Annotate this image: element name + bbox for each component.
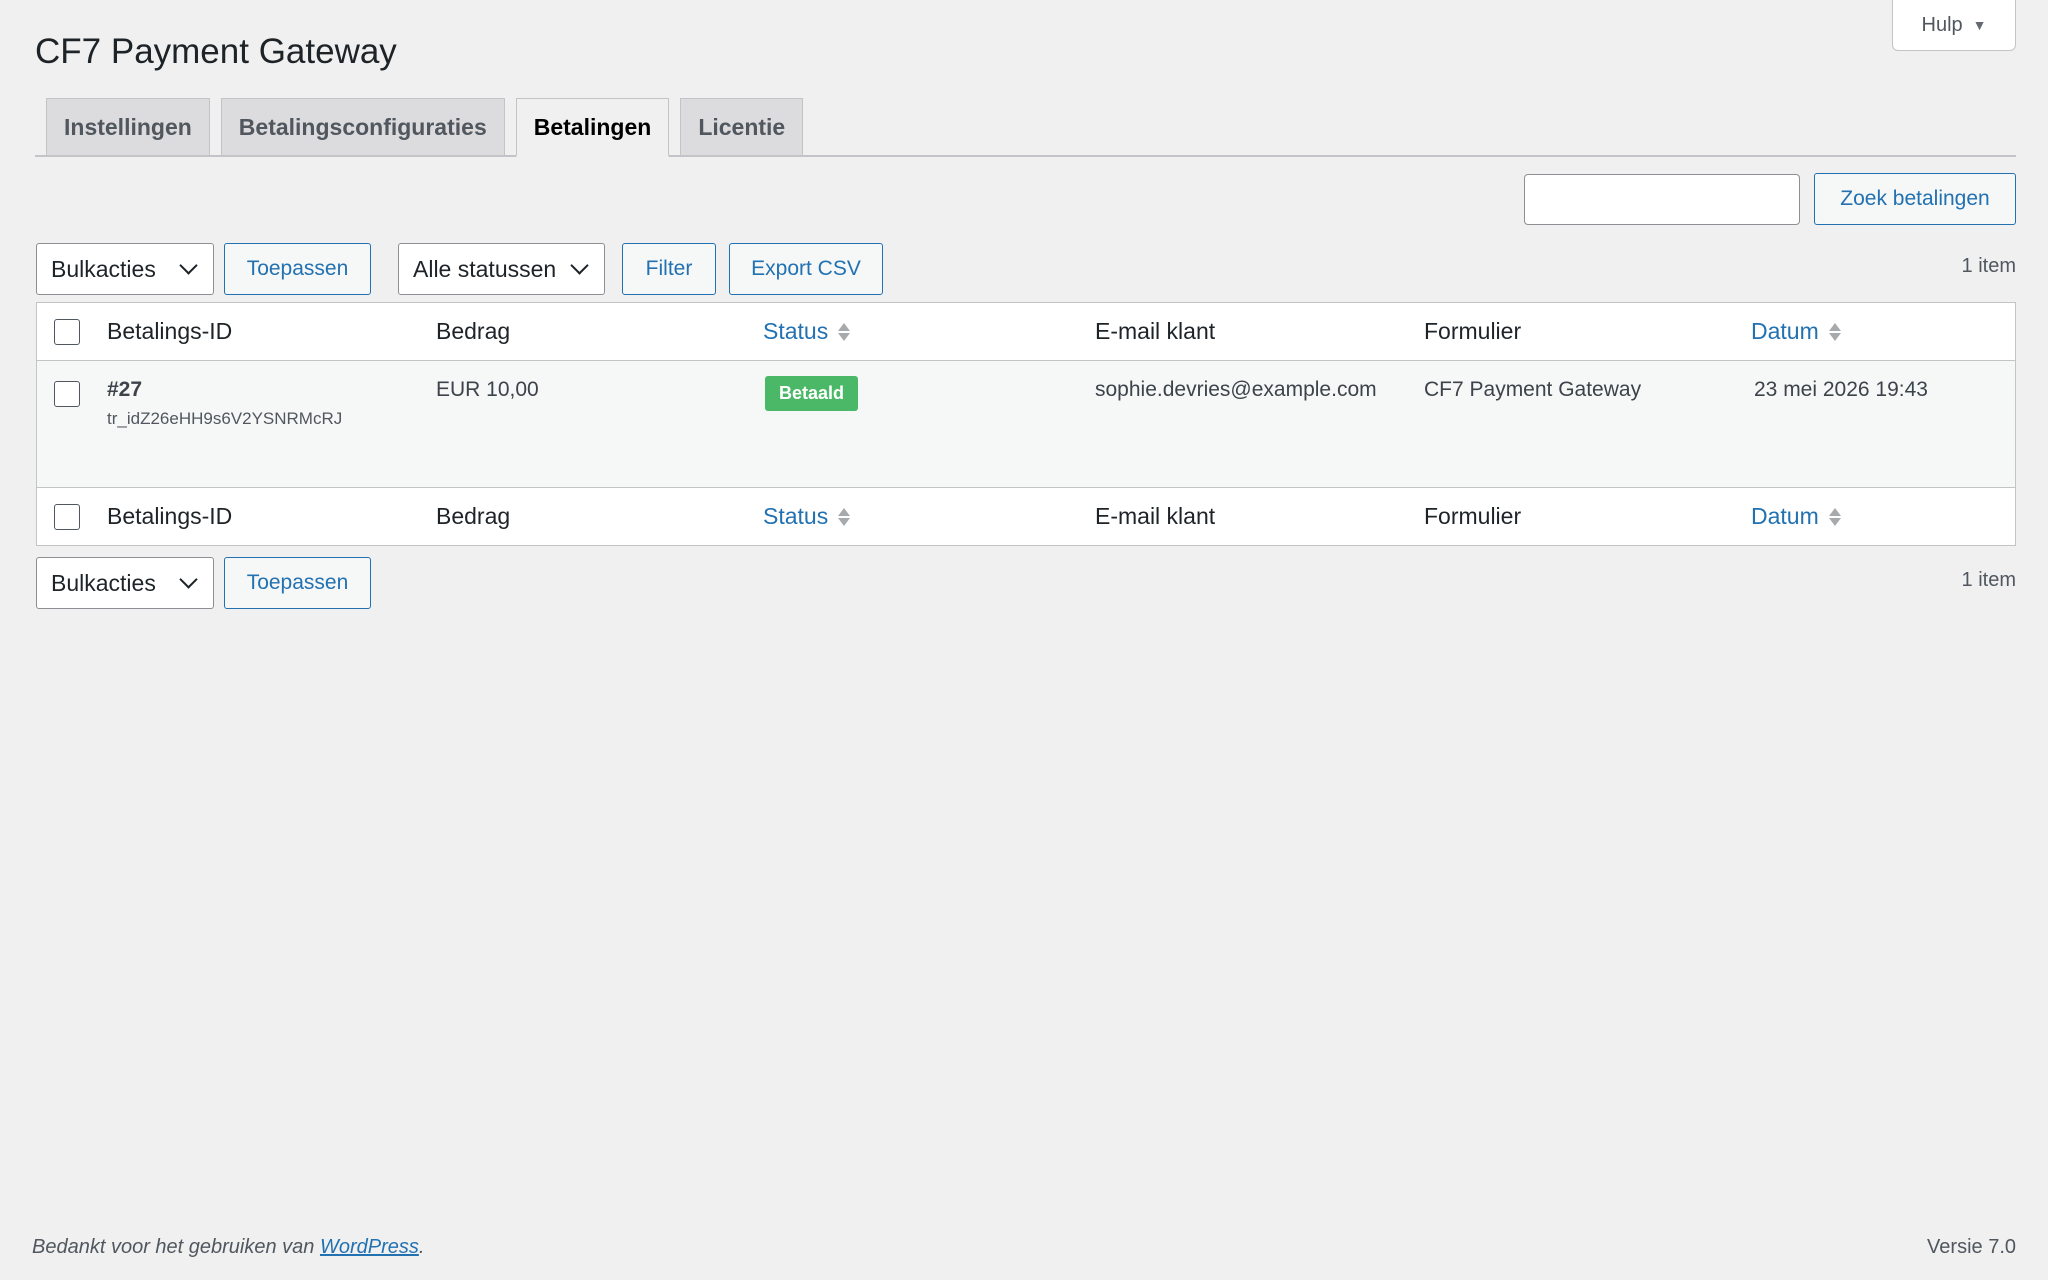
page-title: CF7 Payment Gateway	[35, 32, 397, 71]
payment-date: 23 mei 2026 19:43	[1754, 378, 1928, 401]
row-checkbox[interactable]	[54, 381, 80, 407]
wordpress-link[interactable]: WordPress	[320, 1236, 419, 1258]
search-payments-button[interactable]: Zoek betalingen	[1814, 173, 2016, 225]
sort-icon	[838, 507, 851, 526]
column-header-email: E-mail klant	[1095, 318, 1216, 344]
bulk-actions-select[interactable]: Bulkacties	[36, 243, 214, 295]
filter-button[interactable]: Filter	[622, 243, 716, 295]
column-header-date-label: Datum	[1751, 318, 1819, 344]
footer-version: Versie 7.0	[1927, 1236, 2016, 1258]
bulk-actions-select-bottom[interactable]: Bulkacties	[36, 557, 214, 609]
table-row: #27 tr_idZ26eHH9s6V2YSNRMcRJ EUR 10,00 B…	[37, 361, 2015, 487]
search-input[interactable]	[1524, 174, 1800, 225]
form-name: CF7 Payment Gateway	[1424, 378, 1642, 401]
column-footer-date-label: Datum	[1751, 503, 1819, 529]
item-count-bottom: 1 item	[1961, 569, 2016, 591]
payment-id-link[interactable]: #27	[107, 378, 142, 402]
transaction-id: tr_idZ26eHH9s6V2YSNRMcRJ	[107, 409, 343, 428]
help-tab-button[interactable]: Hulp ▼	[1892, 0, 2016, 51]
column-footer-status[interactable]: Status	[763, 503, 851, 530]
column-footer-status-label: Status	[763, 503, 829, 529]
footer-thanks-text: Bedankt voor het gebruiken van	[32, 1236, 320, 1258]
customer-email: sophie.devries@example.com	[1095, 378, 1377, 401]
table-footer-row: Betalings-ID Bedrag Status E-mail klant …	[37, 487, 2015, 545]
column-footer-id: Betalings-ID	[107, 503, 233, 529]
sort-icon	[1828, 507, 1841, 526]
help-label: Hulp	[1921, 13, 1963, 36]
tab-betalingsconfiguraties[interactable]: Betalingsconfiguraties	[220, 98, 505, 155]
column-footer-email: E-mail klant	[1095, 503, 1216, 529]
sort-icon	[838, 322, 851, 341]
tab-instellingen[interactable]: Instellingen	[46, 98, 210, 155]
footer-thanks: Bedankt voor het gebruiken van WordPress…	[32, 1236, 424, 1259]
select-all-checkbox-footer[interactable]	[54, 504, 80, 530]
tab-bar: Instellingen Betalingsconfiguraties Beta…	[35, 98, 2016, 157]
column-footer-form: Formulier	[1424, 503, 1522, 529]
payment-amount: EUR 10,00	[436, 378, 539, 401]
column-header-status[interactable]: Status	[763, 318, 851, 345]
status-filter-value: Alle statussen	[413, 255, 557, 282]
column-header-date[interactable]: Datum	[1751, 318, 1841, 345]
chevron-down-icon	[179, 256, 198, 275]
payments-table: Betalings-ID Bedrag Status E-mail klant …	[36, 302, 2016, 546]
table-header-row: Betalings-ID Bedrag Status E-mail klant …	[37, 303, 2015, 361]
column-header-status-label: Status	[763, 318, 829, 344]
column-header-id: Betalings-ID	[107, 318, 233, 344]
caret-down-icon: ▼	[1972, 17, 1987, 33]
bulk-actions-value-bottom: Bulkacties	[51, 569, 156, 596]
bulk-actions-value: Bulkacties	[51, 255, 156, 282]
apply-button-bottom[interactable]: Toepassen	[224, 557, 371, 609]
apply-button[interactable]: Toepassen	[224, 243, 371, 295]
tab-betalingen[interactable]: Betalingen	[515, 98, 670, 157]
column-footer-amount: Bedrag	[436, 503, 511, 529]
select-all-checkbox[interactable]	[54, 319, 80, 345]
footer-suffix: .	[418, 1236, 425, 1258]
status-filter-select[interactable]: Alle statussen	[398, 243, 605, 295]
status-badge: Betaald	[765, 376, 859, 411]
item-count: 1 item	[1961, 255, 2016, 277]
sort-icon	[1828, 322, 1841, 341]
column-header-form: Formulier	[1424, 318, 1522, 344]
tab-licentie[interactable]: Licentie	[680, 98, 804, 155]
column-header-amount: Bedrag	[436, 318, 511, 344]
column-footer-date[interactable]: Datum	[1751, 503, 1841, 530]
chevron-down-icon	[179, 570, 198, 589]
export-csv-button[interactable]: Export CSV	[729, 243, 883, 295]
chevron-down-icon	[570, 256, 589, 275]
